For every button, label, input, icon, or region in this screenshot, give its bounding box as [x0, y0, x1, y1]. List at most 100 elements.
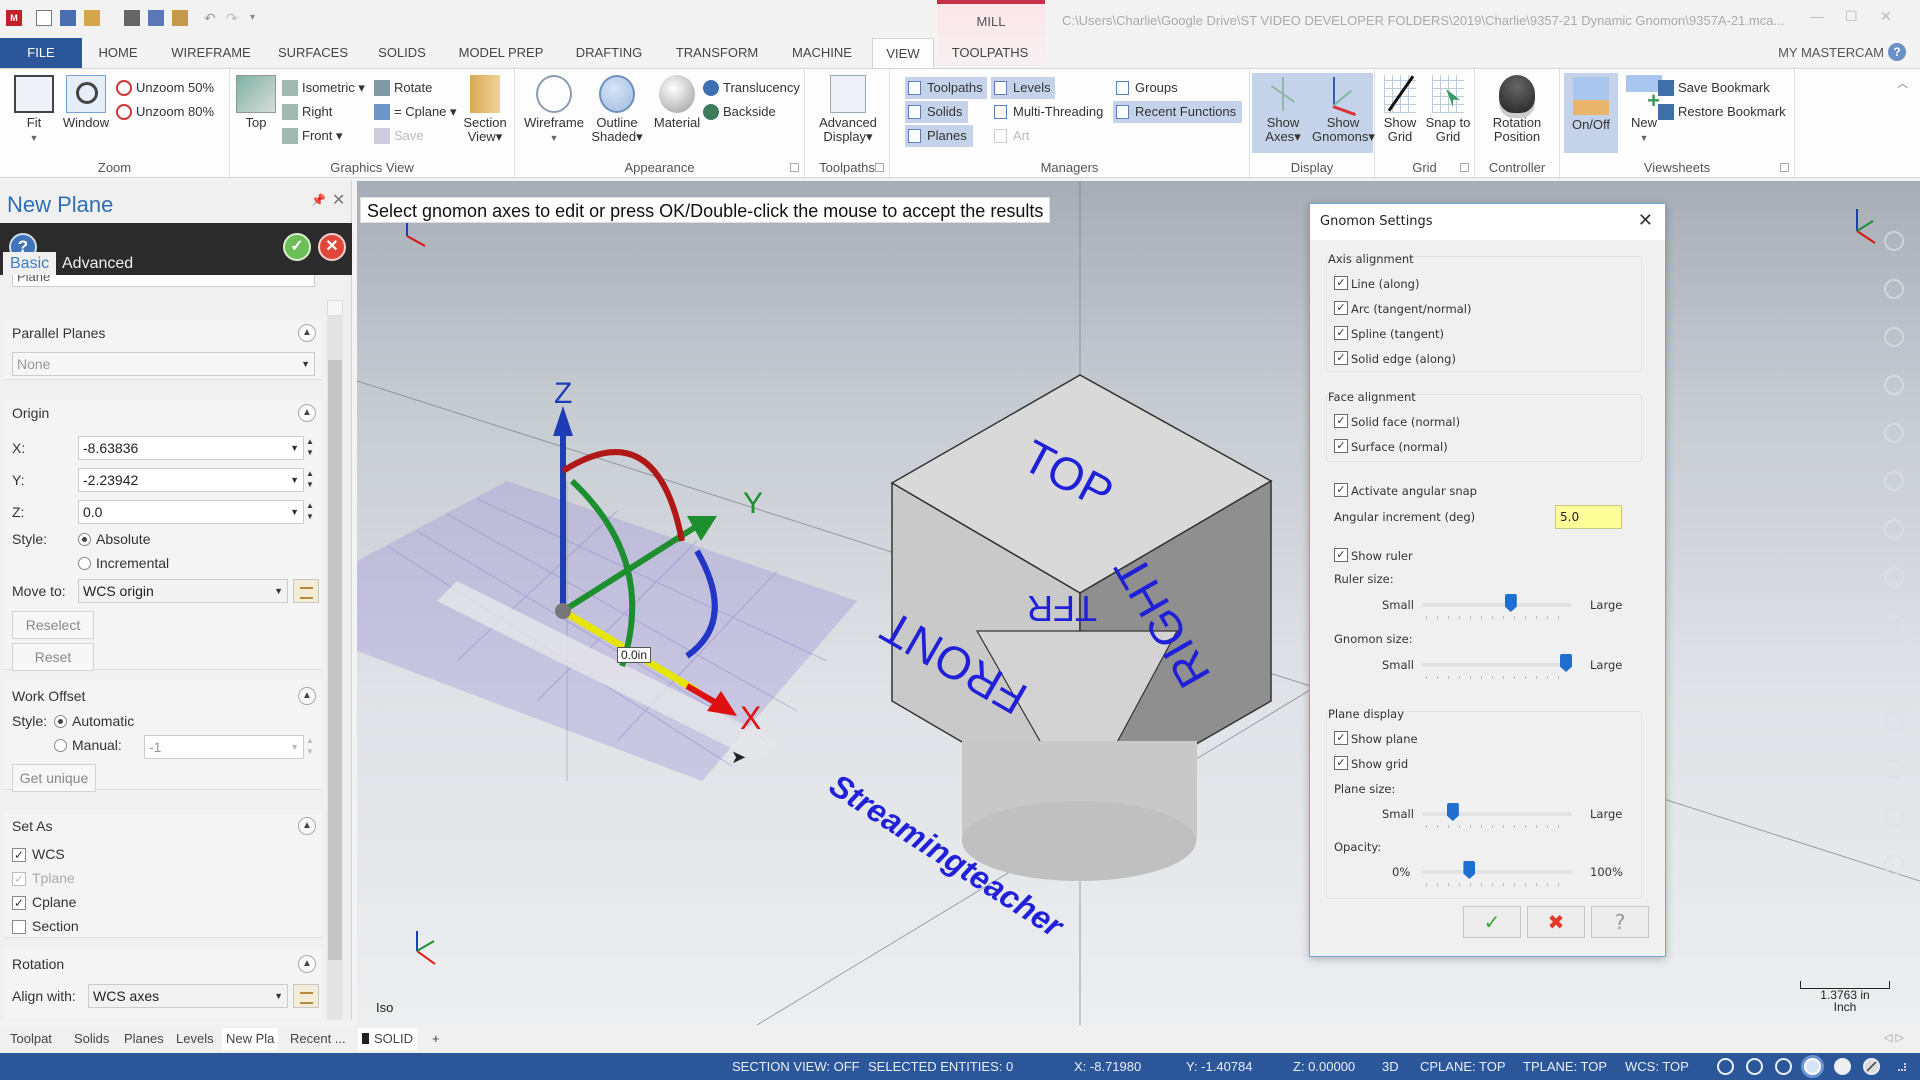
- right-view-button[interactable]: Right: [280, 101, 332, 123]
- reset-button[interactable]: Reset: [12, 643, 94, 671]
- manager-solids[interactable]: Solids: [905, 101, 969, 123]
- unzoom-50-button[interactable]: Unzoom 50%: [114, 77, 214, 99]
- new-file-icon[interactable]: [36, 10, 52, 26]
- origin-z-field[interactable]: 0.0 ▼: [78, 500, 304, 524]
- toolbar-icon[interactable]: [1884, 519, 1904, 539]
- panel-close-icon[interactable]: ✕: [332, 190, 345, 210]
- redo-icon[interactable]: ↷: [226, 10, 242, 26]
- mode-2d-3d[interactable]: 3D: [1382, 1059, 1399, 1074]
- dialog-launcher-icon[interactable]: [1780, 163, 1789, 172]
- toolbar-icon[interactable]: [1884, 567, 1904, 587]
- section-view-button[interactable]: Section View▾: [458, 75, 512, 144]
- origin-y-field[interactable]: -2.23942 ▼: [78, 468, 304, 492]
- manager-toolpaths[interactable]: Toolpaths: [905, 77, 987, 99]
- toolbar-icon[interactable]: [1884, 231, 1904, 251]
- manual-offset-field[interactable]: -1 ▼: [144, 735, 304, 759]
- manager-multi-threading[interactable]: Multi-Threading: [991, 101, 1103, 123]
- toolbar-icon[interactable]: [1884, 855, 1904, 875]
- tab-toolpaths[interactable]: TOOLPATHS: [944, 38, 1036, 68]
- shaded-outline-icon[interactable]: [1834, 1058, 1851, 1075]
- collapse-icon[interactable]: ▲: [298, 324, 316, 342]
- toolbar-icon[interactable]: [1884, 423, 1904, 443]
- move-to-options-button[interactable]: [293, 579, 319, 603]
- rotate-button[interactable]: Rotate: [372, 77, 432, 99]
- gnomon-size-slider[interactable]: [1422, 654, 1572, 680]
- toolbar-icon[interactable]: [1884, 807, 1904, 827]
- fit-button[interactable]: Fit ▼: [10, 75, 58, 145]
- tab-solids[interactable]: SOLIDS: [370, 38, 434, 68]
- gnomon-origin[interactable]: [555, 603, 571, 619]
- tplane-checkbox[interactable]: ✓: [12, 872, 26, 886]
- scroll-up-arrow[interactable]: [327, 300, 343, 316]
- hidden-line-icon[interactable]: [1746, 1058, 1763, 1075]
- isometric-button[interactable]: Isometric ▾: [280, 77, 365, 99]
- dialog-ok-button[interactable]: ✓: [1463, 906, 1521, 938]
- tab-file[interactable]: FILE: [0, 38, 82, 68]
- show-grid-button[interactable]: Show Grid: [1377, 75, 1423, 144]
- undo-icon[interactable]: ↶: [204, 10, 220, 26]
- tab-planes-manager[interactable]: Planes: [120, 1028, 168, 1050]
- outline-shaded-button[interactable]: Outline Shaded▾: [587, 75, 647, 144]
- scrollbar-thumb[interactable]: [328, 360, 342, 960]
- save-bookmark-button[interactable]: Save Bookmark: [1656, 77, 1770, 99]
- unzoom-80-button[interactable]: Unzoom 80%: [114, 101, 214, 123]
- tab-home[interactable]: HOME: [90, 38, 146, 68]
- show-grid-checkbox[interactable]: ✓: [1334, 756, 1348, 770]
- angular-snap-checkbox[interactable]: ✓: [1334, 483, 1348, 497]
- manual-spinner[interactable]: ▲ ▼: [304, 735, 316, 759]
- dialog-launcher-icon[interactable]: [790, 163, 799, 172]
- tab-wireframe[interactable]: WIREFRAME: [166, 38, 256, 68]
- get-unique-button[interactable]: Get unique: [12, 764, 96, 792]
- plane-size-slider[interactable]: [1422, 803, 1572, 829]
- open-icon[interactable]: [84, 10, 100, 26]
- incremental-radio[interactable]: [78, 557, 91, 570]
- wcs-checkbox[interactable]: ✓: [12, 848, 26, 862]
- save-view-button[interactable]: Save: [372, 125, 424, 147]
- ok-button[interactable]: ✓: [283, 233, 311, 261]
- toolbar-icon[interactable]: [1884, 759, 1904, 779]
- manager-groups[interactable]: Groups: [1113, 77, 1178, 99]
- automatic-radio[interactable]: [54, 715, 67, 728]
- absolute-radio[interactable]: [78, 533, 91, 546]
- tab-toolpaths-manager[interactable]: Toolpat: [6, 1028, 56, 1050]
- viewsheets-on-off-button[interactable]: On/Off: [1564, 73, 1618, 153]
- toolbar-icon[interactable]: [1884, 471, 1904, 491]
- parallel-planes-select[interactable]: None ▼: [12, 352, 315, 376]
- manager-recent-functions[interactable]: Recent Functions: [1113, 101, 1243, 123]
- tab-solids-manager[interactable]: Solids: [70, 1028, 113, 1050]
- angular-increment-field[interactable]: 5.0: [1555, 505, 1622, 529]
- manager-art[interactable]: Art: [991, 125, 1030, 147]
- align-options-button[interactable]: [293, 984, 319, 1008]
- translucency-button[interactable]: Translucency: [701, 77, 800, 99]
- my-mastercam-link[interactable]: MY MASTERCAM: [1778, 45, 1884, 60]
- toolbar-icon[interactable]: [1884, 711, 1904, 731]
- line-along-checkbox[interactable]: ✓: [1334, 276, 1348, 290]
- cancel-button[interactable]: ✕: [318, 233, 346, 261]
- reselect-button[interactable]: Reselect: [12, 611, 94, 639]
- folder-icon[interactable]: [172, 10, 188, 26]
- slider-thumb[interactable]: [1504, 594, 1517, 612]
- close-button[interactable]: ✕: [1880, 8, 1892, 25]
- collapse-icon[interactable]: ▲: [298, 817, 316, 835]
- tab-machine[interactable]: MACHINE: [784, 38, 860, 68]
- solid-edge-checkbox[interactable]: ✓: [1334, 351, 1348, 365]
- help-icon[interactable]: ?: [1888, 43, 1906, 61]
- z-spinner[interactable]: ▲ ▼: [304, 500, 316, 524]
- tab-surfaces[interactable]: SURFACES: [276, 38, 350, 68]
- collapse-icon[interactable]: ▲: [298, 687, 316, 705]
- slider-thumb[interactable]: [1560, 654, 1572, 672]
- show-ruler-checkbox[interactable]: ✓: [1334, 548, 1348, 562]
- collapse-icon[interactable]: ▲: [298, 404, 316, 422]
- wireframe-button[interactable]: Wireframe ▼: [523, 75, 585, 145]
- translucency-mode-icon[interactable]: [1863, 1058, 1880, 1075]
- print-icon[interactable]: [124, 10, 140, 26]
- backside-button[interactable]: Backside: [701, 101, 776, 123]
- top-view-button[interactable]: Top: [232, 75, 280, 130]
- rotation-position-button[interactable]: Rotation Position: [1479, 75, 1555, 144]
- dialog-cancel-button[interactable]: ✖: [1527, 906, 1585, 938]
- dialog-close-icon[interactable]: ✕: [1638, 210, 1653, 231]
- customize-icon[interactable]: ▾: [250, 10, 266, 26]
- toolbar-icon[interactable]: [1884, 327, 1904, 347]
- panel-scrollbar[interactable]: [327, 300, 343, 1020]
- dialog-launcher-icon[interactable]: [875, 163, 884, 172]
